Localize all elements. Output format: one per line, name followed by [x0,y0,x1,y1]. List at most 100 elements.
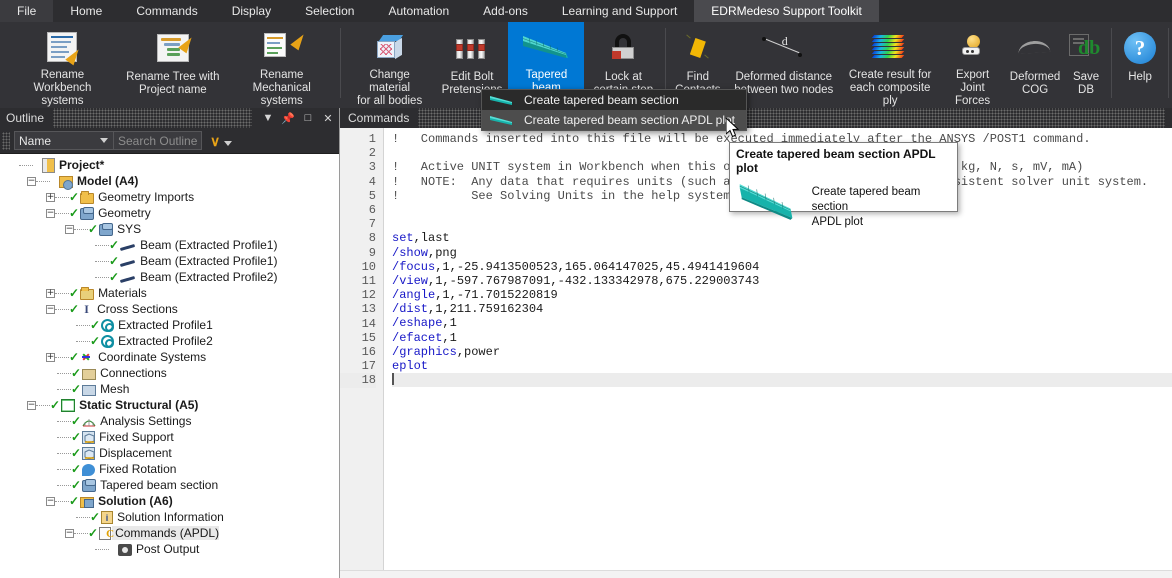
check-icon: ✓ [50,398,61,412]
tree-item[interactable]: ✓ Beam (Extracted Profile1) [0,253,339,269]
tree-item-label: Model (A4) [77,174,139,188]
tree-connector [57,484,71,486]
tree-connector [76,324,90,326]
ribbon-button-rename-workbench-systems[interactable]: Rename Workbench systems [6,22,119,108]
tree-item[interactable]: ✓ Analysis Settings [0,413,339,429]
tree-item[interactable]: − Model (A4) [0,173,339,190]
tree-item[interactable]: ✓ Tapered beam section [0,477,339,493]
tree-item[interactable]: − ✓ Solution (A6) [0,493,339,509]
maximize-icon[interactable]: □ [301,110,315,126]
tree-connector [57,436,71,438]
tree-connector [74,228,88,230]
tree-item[interactable]: ✓ Displacement [0,445,339,461]
tree-expander-icon[interactable]: − [27,400,36,410]
ribbon-button-export-joint-forces[interactable]: Export Joint Forces [939,22,1006,108]
tree-item[interactable]: ✓ Extracted Profile1 [0,317,339,333]
ribbon-button-label: Export Joint Forces [955,69,991,107]
mouse-cursor [725,116,742,145]
pin-icon[interactable]: 📌 [281,110,295,126]
tree-item[interactable]: Project* [0,157,339,173]
tree-item[interactable]: ✓ Fixed Rotation [0,461,339,477]
tree-expander-icon[interactable]: − [65,224,74,234]
tree-expander-icon[interactable]: + [46,192,55,202]
tree-item-label: Tapered beam section [100,478,219,492]
tree-item-label: Displacement [99,446,172,460]
line-number: 17 [361,359,376,374]
code-line[interactable]: /angle,1,-71.7015220819 [392,288,1172,302]
tree-connector [57,388,71,390]
tree-expander-icon[interactable]: − [65,528,74,538]
search-outline-input[interactable]: Search Outline [114,131,202,150]
code-line[interactable]: /show,png [392,246,1172,260]
menu-item-create-tapered-beam-section-apdl-plot[interactable]: Create tapered beam section APDL plot [482,110,746,130]
tree-item[interactable]: Post Output [0,541,339,557]
ribbon-button-save-db[interactable]: db Save DB [1064,22,1108,108]
menu-item-label: Create tapered beam section APDL plot [524,113,736,127]
tree-expander-icon[interactable]: − [46,496,55,506]
menu-item-learning-and-support[interactable]: Learning and Support [545,0,694,22]
tree-item[interactable]: ✓ Mesh [0,381,339,397]
menu-item-create-tapered-beam-section[interactable]: Create tapered beam section [482,90,746,110]
line-number: 11 [361,274,376,289]
menu-item-display[interactable]: Display [215,0,288,22]
code-line[interactable]: /graphics,power [392,345,1172,359]
ribbon-button-deformed-cog[interactable]: Deformed COG [1006,22,1064,108]
ribbon-button-rename-mechanical-systems[interactable]: Rename Mechanical systems [227,22,337,108]
tree-connector [55,356,69,358]
tree-item[interactable]: ✓ i Solution Information [0,509,339,525]
tree-expander-icon[interactable]: − [27,176,36,186]
tree-item[interactable]: + ✓ Materials [0,285,339,301]
tree-item[interactable]: ✓ Fixed Support [0,429,339,445]
more-options-icon[interactable] [224,141,233,146]
outline-filter-select[interactable]: Name [14,131,114,150]
tree-item[interactable]: ✓ Beam (Extracted Profile2) [0,269,339,285]
tree-item[interactable]: + ✓ Geometry Imports [0,189,339,205]
menu-item-commands[interactable]: Commands [119,0,214,22]
check-icon: ✓ [69,206,80,220]
tree-expander-icon[interactable]: − [46,304,55,314]
code-line[interactable]: eplot [392,359,1172,373]
main-menu-bar: File Home Commands Display Selection Aut… [0,0,1172,22]
tree-item[interactable]: − ✓ Commands (APDL) [0,525,339,541]
ribbon-button-help[interactable]: ? Help [1115,22,1165,108]
tree-item[interactable]: − ✓ SYS [0,221,339,237]
tree-item[interactable]: ✓ Connections [0,365,339,381]
tree-item-label: Beam (Extracted Profile2) [140,270,278,284]
menu-item-add-ons[interactable]: Add-ons [466,0,545,22]
tree-item[interactable]: − ✓ Geometry [0,205,339,221]
tree-item-label: Geometry Imports [98,190,195,204]
tree-item[interactable]: ✓ Beam (Extracted Profile1) [0,237,339,253]
check-icon: ✓ [69,190,80,204]
code-line[interactable]: /focus,1,-25.9413500523,165.064147025,45… [392,260,1172,274]
check-suppressed-icon: ✓ [109,270,120,284]
code-line[interactable]: set,last [392,231,1172,245]
close-icon[interactable]: ✕ [321,110,335,126]
code-line[interactable] [392,373,1172,388]
ribbon-button-change-material-for-all-bodies[interactable]: Change material for all bodies [344,22,436,108]
ribbon-button-rename-tree-with-project-name[interactable]: Rename Tree with Project name [119,22,227,108]
menu-item-home[interactable]: Home [53,0,119,22]
toolbar-grip[interactable] [2,131,10,150]
menu-item-file[interactable]: File [0,0,54,22]
code-line[interactable]: /eshape,1 [392,316,1172,330]
code-line[interactable]: /view,1,-597.767987091,-432.133342978,67… [392,274,1172,288]
check-icon: ✓ [71,446,82,460]
export-joint-forces-icon [960,28,986,66]
chevron-down-icon[interactable]: ▼ [261,110,275,126]
menu-item-selection[interactable]: Selection [288,0,371,22]
menu-item-edrmedeso-support-toolkit[interactable]: EDRMedeso Support Toolkit [694,0,879,22]
tree-expander-icon[interactable]: + [46,352,55,362]
menu-item-automation[interactable]: Automation [371,0,466,22]
code-line[interactable]: /efacet,1 [392,331,1172,345]
tree-item[interactable]: − ✓ I Cross Sections [0,301,339,317]
tree-item[interactable]: − ✓ ██ Static Structural (A5) [0,397,339,413]
tree-item[interactable]: + ✓ Coordinate Systems [0,349,339,365]
tree-item[interactable]: ✓ Extracted Profile2 [0,333,339,349]
tree-expander-icon[interactable]: + [46,288,55,298]
filter-chevron-icon[interactable]: ∨ [210,134,220,148]
tree-expander-icon[interactable]: − [46,208,55,218]
code-line[interactable]: /dist,1,211.759162304 [392,302,1172,316]
line-number-gutter: 1 2 3 4 5 6 7 8 9 10 11 12 13 14 15 16 17 18 [340,128,384,578]
line-number: 3 [368,160,376,175]
ribbon-button-create-result-for-each-composite-ply[interactable]: Create result for each composite ply [841,22,939,108]
